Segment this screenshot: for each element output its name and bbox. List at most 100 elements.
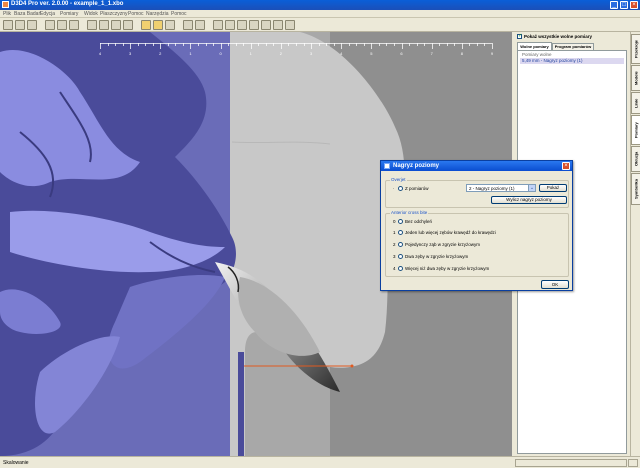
ruler-tick: [492, 43, 493, 49]
menu-item[interactable]: Pomoc: [128, 11, 144, 17]
status-text: Skalowanie: [3, 460, 29, 466]
tool-icon[interactable]: [285, 20, 295, 30]
cross-bite-group: Anterior cross bite 0 Bez odchyleń 1 Jed…: [385, 210, 569, 277]
ruler-tick: [273, 43, 275, 46]
chevron-down-icon[interactable]: ⌄: [528, 185, 535, 191]
ok-button[interactable]: OK: [541, 280, 569, 289]
tab-free-measurements[interactable]: Wolne pomiary: [517, 42, 552, 50]
cross-bite-group-label: Anterior cross bite: [390, 210, 429, 215]
option-label: Jeden lub więcej zębów krawędź do krawęd…: [405, 230, 496, 235]
measurement-combo[interactable]: 2 - Nagryz poziomy (1) ⌄: [466, 184, 536, 192]
show-button[interactable]: Pokaż: [539, 184, 567, 192]
compute-overjet-button[interactable]: Wylicz nagryz poziomy: [491, 196, 567, 204]
open-folder-icon[interactable]: [15, 20, 25, 30]
menu-item[interactable]: Płaszczyzny: [100, 11, 128, 17]
list-item[interactable]: 5,49 mm - Nagryz poziomy (1): [520, 58, 624, 64]
dialog-title: Nagryz poziomy: [393, 163, 440, 169]
tool-icon[interactable]: [45, 20, 55, 30]
dialog-icon: [384, 163, 390, 169]
tool-icon[interactable]: [99, 20, 109, 30]
tab-measurements[interactable]: Pomiary: [631, 115, 640, 145]
ruler-tick: [356, 43, 358, 46]
ruler-tick: [182, 43, 184, 46]
tool-icon[interactable]: [87, 20, 97, 30]
dialog-close-button[interactable]: ×: [562, 162, 570, 170]
menu-item[interactable]: Pomoc: [171, 11, 187, 17]
option-radio[interactable]: [398, 254, 403, 259]
tool-icon[interactable]: [111, 20, 121, 30]
show-all-label: Pokaż wszystkie wolne pomiary: [524, 34, 593, 39]
tool-icon[interactable]: [237, 20, 247, 30]
ruler-tick: [439, 43, 441, 46]
ruler-label: 4: [340, 51, 343, 56]
menu-item[interactable]: Narzędzia: [146, 11, 169, 17]
tool-icon[interactable]: [123, 20, 133, 30]
ruler-tick: [454, 43, 456, 46]
tab-models[interactable]: Modele: [631, 65, 640, 91]
tab-occlusion[interactable]: Okluzja: [631, 146, 640, 172]
ruler-tick: [461, 43, 463, 49]
menu-item[interactable]: Pomiary: [60, 11, 78, 17]
ruler-tick: [401, 43, 403, 49]
option-radio[interactable]: [398, 266, 403, 271]
ruler-tick: [296, 43, 297, 46]
menu-item[interactable]: Baza Badań: [14, 11, 41, 17]
tool-icon[interactable]: [69, 20, 79, 30]
from-measurements-radio[interactable]: [398, 186, 403, 191]
ruler-tick: [258, 43, 260, 46]
tool-icon[interactable]: [261, 20, 271, 30]
ruler-label: 2: [279, 51, 283, 56]
ruler-tick: [130, 43, 132, 49]
ruler-tick: [115, 43, 117, 46]
ruler-tick: [333, 43, 335, 46]
show-all-checkbox[interactable]: ✓: [517, 33, 522, 39]
ruler-tick: [265, 43, 267, 46]
new-file-icon[interactable]: [3, 20, 13, 30]
measure-tool-icon[interactable]: [153, 20, 163, 30]
tab-symbols[interactable]: Symbolika: [631, 173, 640, 205]
tool-icon[interactable]: [273, 20, 283, 30]
option-radio[interactable]: [398, 242, 403, 247]
option-number: 0: [393, 219, 396, 224]
option-radio[interactable]: [398, 219, 403, 224]
ruler-tick: [311, 43, 313, 49]
option-number: 3: [393, 254, 396, 259]
option-number: 2: [393, 242, 396, 247]
overjet-group: Overjet · Z pomiarów 2 - Nagryz poziomy …: [385, 177, 569, 208]
ruler-tick: [122, 43, 124, 46]
close-button[interactable]: ×: [630, 1, 638, 9]
option-radio[interactable]: [398, 230, 403, 235]
maximize-button[interactable]: □: [620, 1, 628, 9]
option-number: 1: [393, 230, 396, 235]
tab-sections[interactable]: Przekroje: [631, 34, 640, 64]
tab-measurement-program[interactable]: Program pomiarów: [552, 43, 594, 50]
menu-item[interactable]: Plik: [3, 11, 11, 17]
ruler-tick: [167, 43, 169, 46]
tool-icon[interactable]: [213, 20, 223, 30]
measure-tool-icon[interactable]: [141, 20, 151, 30]
tab-lines[interactable]: Linie: [631, 92, 640, 114]
ruler-tick: [341, 43, 343, 49]
minimize-button[interactable]: _: [610, 1, 618, 9]
ruler-tick: [198, 43, 199, 46]
tool-icon[interactable]: [57, 20, 67, 30]
ruler-tick: [190, 43, 192, 49]
from-measurements-label: Z pomiarów: [405, 186, 429, 191]
ruler-tick: [363, 43, 365, 46]
status-field: [628, 459, 638, 467]
tool-icon[interactable]: [225, 20, 235, 30]
tool-icon[interactable]: [165, 20, 175, 30]
menu-item[interactable]: Widok: [84, 11, 98, 17]
overjet-group-label: Overjet: [390, 177, 407, 182]
save-icon[interactable]: [27, 20, 37, 30]
tool-icon[interactable]: [183, 20, 193, 30]
option-number: 4: [393, 266, 396, 271]
menu-item[interactable]: Edycja: [40, 11, 55, 17]
tool-icon[interactable]: [249, 20, 259, 30]
overjet-dialog: Nagryz poziomy × Overjet · Z pomiarów 2 …: [380, 160, 573, 291]
status-bar: Skalowanie: [0, 456, 640, 468]
ruler-tick: [160, 43, 162, 49]
dialog-titlebar: Nagryz poziomy ×: [381, 161, 572, 171]
window-title: D3D4 Pro ver. 2.0.00 - example_1_1.xbo: [11, 1, 124, 7]
tool-icon[interactable]: [195, 20, 205, 30]
